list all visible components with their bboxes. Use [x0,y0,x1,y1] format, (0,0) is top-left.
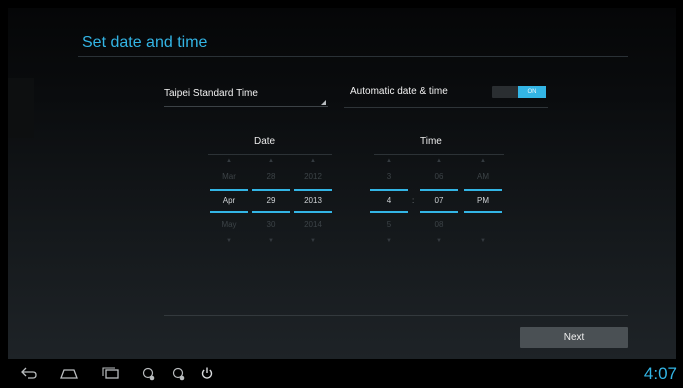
selection-line-bottom [252,211,290,213]
day-current[interactable]: 29 [252,196,290,205]
selection-line-bottom [370,211,408,213]
decrement-arrow-icon[interactable]: ▼ [252,238,290,244]
time-picker-title: Time [420,136,442,147]
year-next[interactable]: 2014 [294,220,332,229]
increment-arrow-icon[interactable]: ▲ [370,158,408,164]
year-current[interactable]: 2013 [294,196,332,205]
toggle-on-knob: ON [518,86,546,98]
timezone-underline [164,106,328,107]
setup-screen: Set date and time Taipei Standard Time A… [8,8,676,359]
month-current[interactable]: Apr [210,196,248,205]
hour-next[interactable]: 5 [370,220,408,229]
increment-arrow-icon[interactable]: ▲ [464,158,502,164]
usb-icon [172,367,186,381]
decrement-arrow-icon[interactable]: ▼ [420,238,458,244]
decrement-arrow-icon[interactable]: ▼ [294,238,332,244]
year-prev[interactable]: 2012 [294,172,332,181]
selection-line-top [294,189,332,191]
minute-next[interactable]: 08 [420,220,458,229]
decrement-arrow-icon[interactable]: ▼ [370,238,408,244]
title-divider [78,56,628,57]
selection-line-bottom [210,211,248,213]
auto-time-label: Automatic date & time [350,86,448,97]
side-shade [8,78,34,138]
selection-line-top [252,189,290,191]
selection-line-top [420,189,458,191]
page-title: Set date and time [82,34,208,51]
auto-time-divider [344,107,548,108]
hour-current[interactable]: 4 [370,196,408,205]
time-separator: : [412,196,415,205]
selection-line-top [370,189,408,191]
selection-line-top [210,189,248,191]
selection-line-bottom [420,211,458,213]
auto-time-toggle[interactable]: ON [492,86,546,98]
ampm-prev[interactable]: AM [464,172,502,181]
increment-arrow-icon[interactable]: ▲ [294,158,332,164]
power-icon [201,367,213,381]
selection-line-top [464,189,502,191]
selection-line-bottom [464,211,502,213]
day-prev[interactable]: 28 [252,172,290,181]
minute-current[interactable]: 07 [420,196,458,205]
home-icon[interactable] [60,367,78,381]
footer-divider [164,315,628,316]
system-nav-bar: 4:07 [0,359,683,388]
minute-prev[interactable]: 06 [420,172,458,181]
decrement-arrow-icon[interactable]: ▼ [464,238,502,244]
decrement-arrow-icon[interactable]: ▼ [210,238,248,244]
status-clock: 4:07 [643,364,677,383]
back-icon[interactable] [20,367,38,381]
usb-debug-icon [142,367,156,381]
increment-arrow-icon[interactable]: ▲ [252,158,290,164]
next-button[interactable]: Next [520,327,628,348]
day-next[interactable]: 30 [252,220,290,229]
month-prev[interactable]: Mar [210,172,248,181]
increment-arrow-icon[interactable]: ▲ [420,158,458,164]
time-picker-divider [374,154,504,155]
ampm-current[interactable]: PM [464,196,502,205]
increment-arrow-icon[interactable]: ▲ [210,158,248,164]
timezone-selector[interactable]: Taipei Standard Time [164,88,328,107]
hour-prev[interactable]: 3 [370,172,408,181]
dropdown-corner-icon [321,100,326,105]
date-picker-divider [208,154,332,155]
selection-line-bottom [294,211,332,213]
recent-apps-icon[interactable] [102,367,120,381]
timezone-value: Taipei Standard Time [164,88,258,99]
month-next[interactable]: May [210,220,248,229]
date-picker-title: Date [254,136,276,147]
